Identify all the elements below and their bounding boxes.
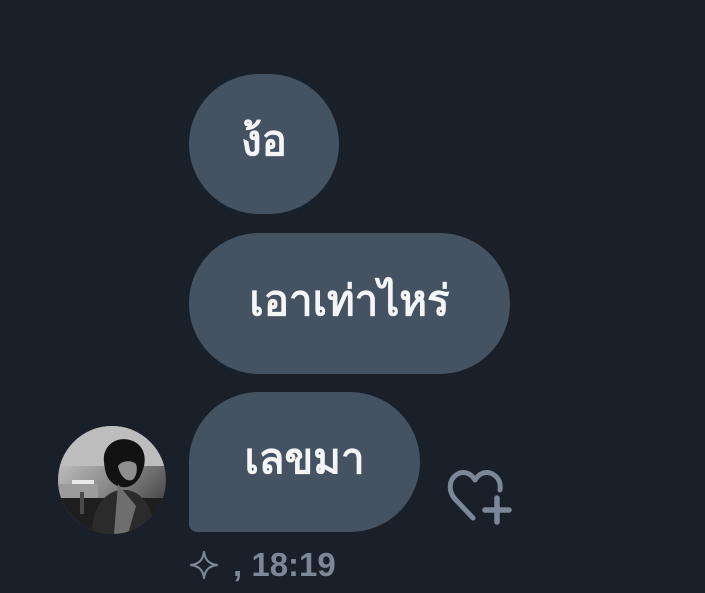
- message-bubble[interactable]: เอาเท่าไหร่: [189, 233, 510, 374]
- avatar-photo: [58, 426, 166, 534]
- heart-add-icon: [447, 470, 512, 525]
- add-reaction-button[interactable]: [446, 466, 516, 528]
- message-bubble[interactable]: ง้อ: [189, 74, 339, 214]
- timestamp: , 18:19: [233, 546, 336, 583]
- message-meta: , 18:19: [189, 540, 336, 590]
- message-text: เอาเท่าไหร่: [249, 275, 450, 325]
- message-bubble[interactable]: เลขมา: [189, 392, 420, 532]
- sparkle-icon: [189, 550, 219, 580]
- avatar[interactable]: [58, 426, 166, 534]
- message-text: ง้อ: [241, 116, 287, 165]
- message-text: เลขมา: [244, 434, 365, 483]
